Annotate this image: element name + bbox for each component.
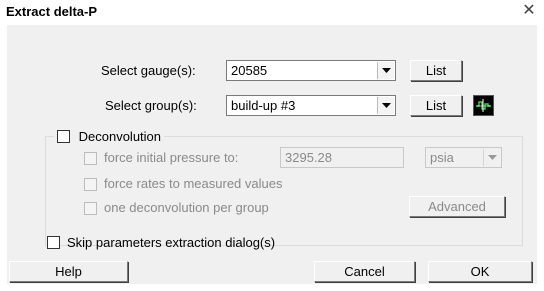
select-group-label: Select group(s):	[105, 98, 197, 113]
window-title: Extract delta-P	[6, 4, 98, 19]
force-initial-pressure-checkbox[interactable]	[84, 152, 97, 165]
group-list-button[interactable]: List	[410, 95, 462, 116]
group-select-value: build-up #3	[231, 98, 296, 113]
initial-pressure-field[interactable]: 3295.28	[280, 147, 404, 168]
dropdown-arrow-icon[interactable]	[377, 62, 394, 79]
gauge-select[interactable]: 20585	[226, 60, 396, 81]
plot-icon[interactable]	[473, 95, 494, 116]
deconvolution-label: Deconvolution	[78, 129, 162, 144]
close-icon[interactable]: ✕	[520, 2, 538, 20]
force-rates-label: force rates to measured values	[104, 176, 283, 191]
deconvolution-legend: Deconvolution	[54, 129, 165, 145]
help-button[interactable]: Help	[9, 261, 128, 282]
select-gauge-label: Select gauge(s):	[101, 63, 196, 78]
pressure-unit-value: psia	[430, 150, 454, 165]
force-rates-checkbox[interactable]	[84, 178, 97, 191]
dialog-body: Select gauge(s): 20585 List Select group…	[7, 25, 537, 284]
advanced-button[interactable]: Advanced	[409, 196, 505, 217]
deconvolution-checkbox[interactable]	[57, 130, 70, 144]
title-bar: Extract delta-P ✕	[0, 0, 544, 24]
gauge-list-button[interactable]: List	[410, 60, 462, 81]
one-per-group-checkbox[interactable]	[84, 202, 97, 215]
skip-params-checkbox[interactable]	[47, 236, 60, 249]
dropdown-arrow-icon[interactable]	[483, 149, 500, 166]
ok-button[interactable]: OK	[428, 261, 532, 282]
initial-pressure-value: 3295.28	[285, 150, 332, 165]
force-initial-pressure-label: force initial pressure to:	[104, 150, 239, 165]
gauge-select-value: 20585	[231, 63, 268, 78]
cancel-button[interactable]: Cancel	[314, 261, 415, 282]
skip-params-label: Skip parameters extraction dialog(s)	[67, 235, 276, 250]
pressure-unit-select[interactable]: psia	[425, 147, 502, 168]
one-per-group-label: one deconvolution per group	[104, 200, 269, 215]
extract-delta-p-dialog: Extract delta-P ✕ Select gauge(s): 20585…	[0, 0, 544, 291]
dropdown-arrow-icon[interactable]	[377, 97, 394, 114]
group-select[interactable]: build-up #3	[226, 95, 396, 116]
